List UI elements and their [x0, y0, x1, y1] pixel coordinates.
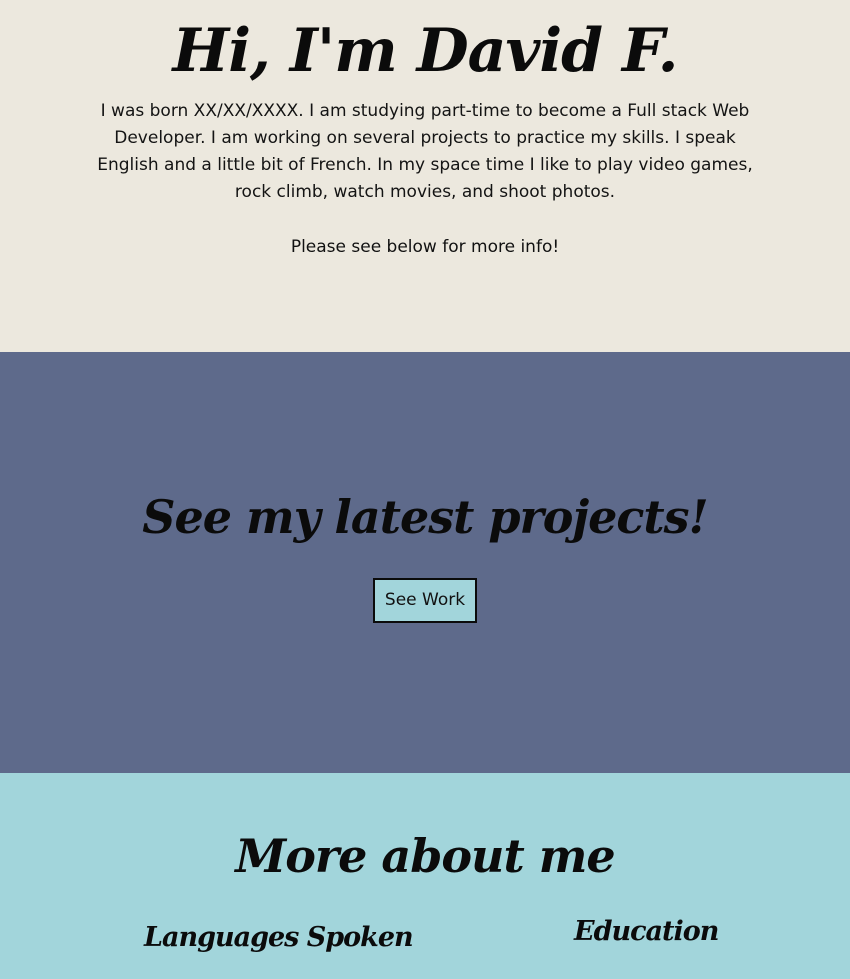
page-title: Hi, I'm David F.	[172, 16, 679, 86]
hero-section: Hi, I'm David F. I was born XX/XX/XXXX. …	[0, 0, 850, 352]
about-heading: More about me	[235, 829, 615, 883]
bio-paragraph: I was born XX/XX/XXXX. I am studying par…	[97, 101, 753, 202]
languages-spoken-heading: Languages Spoken	[144, 922, 414, 953]
more-info-text: Please see below for more info!	[290, 237, 560, 257]
projects-section: See my latest projects! See Work	[0, 352, 850, 773]
see-work-button[interactable]: See Work	[372, 578, 478, 623]
projects-heading: See my latest projects!	[142, 490, 708, 544]
education-heading: Education	[574, 916, 719, 947]
about-section: More about me Languages Spoken Education	[0, 773, 850, 979]
